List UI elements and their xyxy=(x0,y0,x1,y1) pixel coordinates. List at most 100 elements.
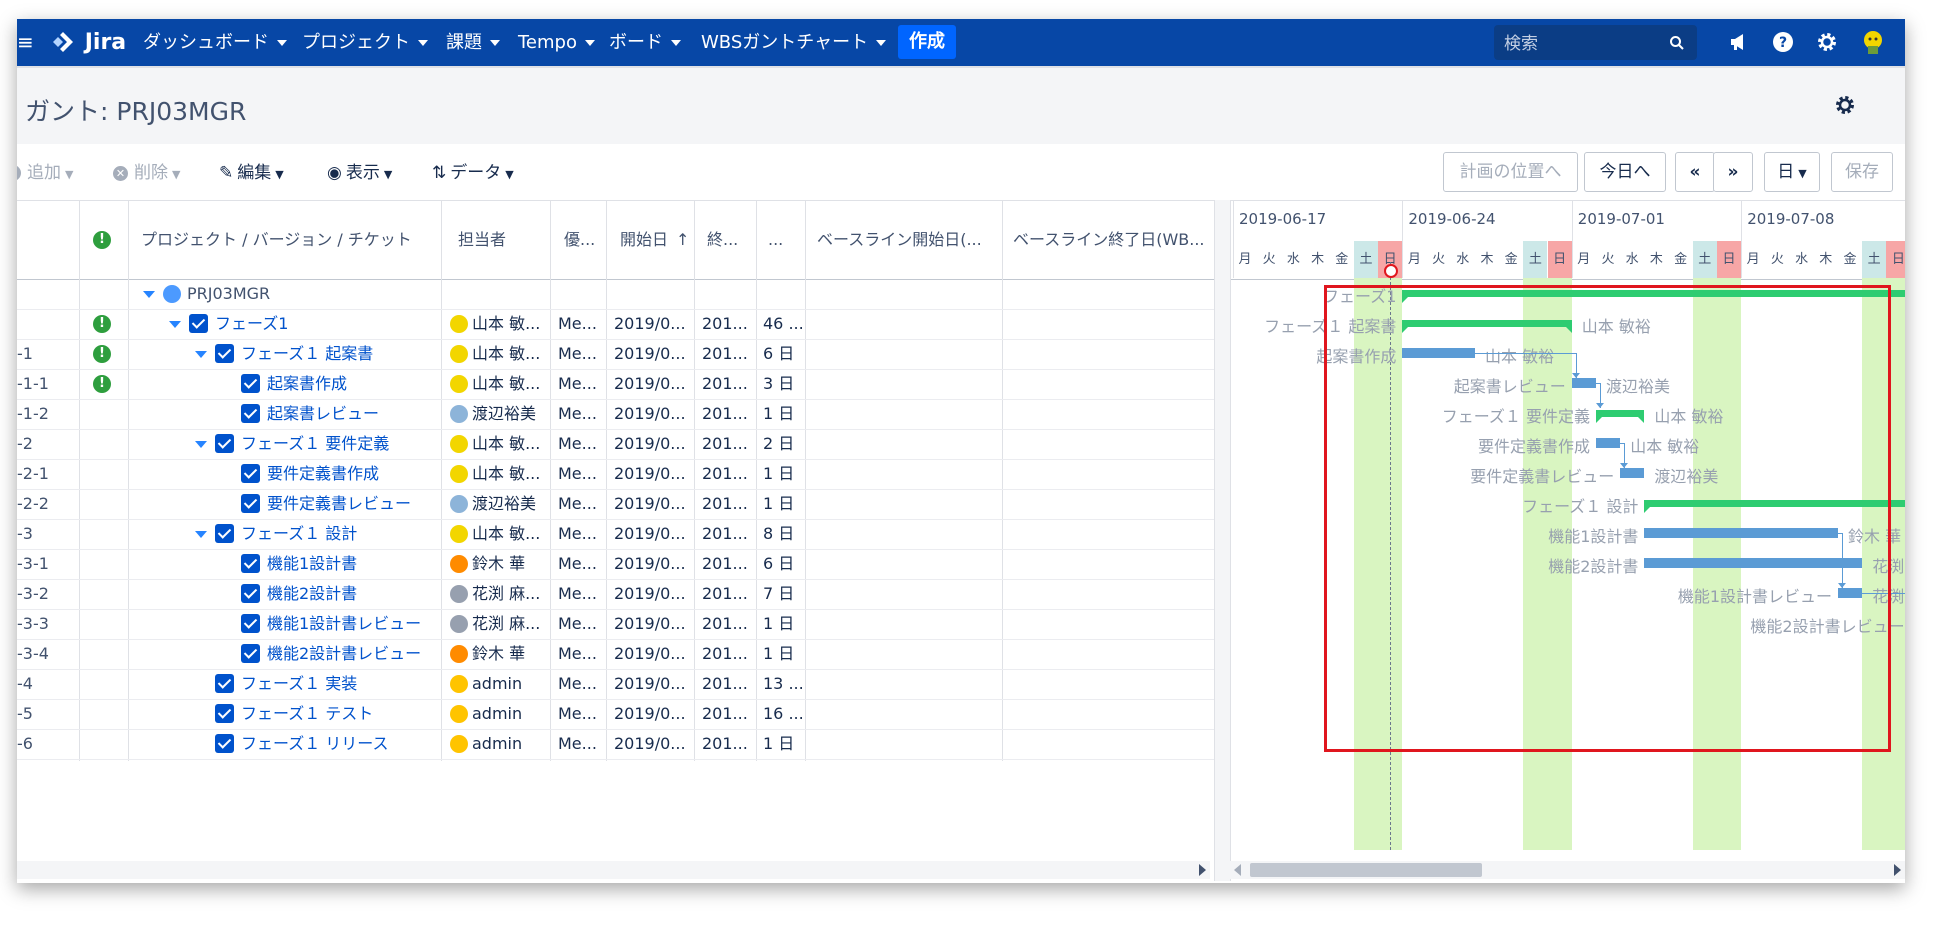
task-checkbox[interactable] xyxy=(215,704,234,723)
search-icon[interactable] xyxy=(1669,35,1685,51)
column-start[interactable]: 開始日 ↑ xyxy=(620,201,689,279)
pane-splitter[interactable] xyxy=(1214,200,1231,881)
save-button[interactable]: 保存 xyxy=(1831,152,1893,192)
task-name-link[interactable]: フェーズ１ 設計 xyxy=(241,519,357,549)
task-checkbox[interactable] xyxy=(215,734,234,753)
jira-logo[interactable]: Jira xyxy=(51,19,126,66)
task-checkbox[interactable] xyxy=(189,314,208,333)
task-row[interactable]: -1-2 起案書レビュー 渡辺裕美 Me... 2019/0... 201... 1 日 xyxy=(17,399,1215,430)
column-baseline-end[interactable]: ベースライン終了日(WB... xyxy=(1013,201,1208,279)
today-button[interactable]: 今日へ xyxy=(1584,152,1666,192)
view-button[interactable]: ◉ 表示 ▼ xyxy=(327,158,392,183)
task-row[interactable]: -3-3 機能1設計書レビュー 花渕 麻... Me... 2019/0... 201..… xyxy=(17,609,1215,640)
task-checkbox[interactable] xyxy=(215,674,234,693)
task-checkbox[interactable] xyxy=(241,494,260,513)
task-checkbox[interactable] xyxy=(241,584,260,603)
task-checkbox[interactable] xyxy=(241,464,260,483)
assignee-avatar xyxy=(450,525,468,543)
task-name-link[interactable]: 要件定義書作成 xyxy=(267,459,379,489)
search-input[interactable] xyxy=(1502,25,1666,62)
task-name-link[interactable]: フェーズ１ テスト xyxy=(241,699,373,729)
delete-button[interactable]: ✕ 削除 ▼ xyxy=(113,158,180,183)
task-row[interactable]: -2 フェーズ１ 要件定義 山本 敏... Me... 2019/0... 201... 2… xyxy=(17,429,1215,460)
data-button[interactable]: ⇅ データ ▼ xyxy=(432,158,514,183)
task-row[interactable]: -1! フェーズ１ 起案書 山本 敏... Me... 2019/0... 201... 6… xyxy=(17,339,1215,370)
collapse-toggle-icon[interactable] xyxy=(169,321,181,328)
scroll-left-icon[interactable] xyxy=(1234,864,1241,876)
task-checkbox[interactable] xyxy=(215,344,234,363)
task-row[interactable]: -6 フェーズ１ リリース admin Me... 2019/0... 201... 1 日 xyxy=(17,729,1215,760)
task-row[interactable]: -4 フェーズ１ 実装 admin Me... 2019/0... 201... 13 ..… xyxy=(17,669,1215,700)
task-checkbox[interactable] xyxy=(215,434,234,453)
collapse-toggle-icon[interactable] xyxy=(195,531,207,538)
task-checkbox[interactable] xyxy=(241,614,260,633)
task-name-link[interactable]: 起案書レビュー xyxy=(267,399,379,429)
previous-button[interactable]: « xyxy=(1675,152,1715,192)
task-row[interactable]: ! フェーズ1 山本 敏... Me... 2019/0... 201... 46 ... xyxy=(17,309,1215,340)
gantt-horizontal-scrollbar[interactable] xyxy=(1230,861,1905,879)
grid-horizontal-scrollbar[interactable] xyxy=(17,861,1210,879)
task-checkbox[interactable] xyxy=(215,524,234,543)
column-duration[interactable]: ... xyxy=(768,201,783,279)
chevron-down-icon xyxy=(418,40,428,46)
task-name-link[interactable]: フェーズ１ 実装 xyxy=(241,669,357,699)
column-project[interactable]: プロジェクト / バージョン / チケット xyxy=(141,201,412,279)
gear-icon[interactable] xyxy=(1834,94,1856,116)
add-button[interactable]: 追加 ▼ xyxy=(17,158,73,183)
task-name-link[interactable]: フェーズ１ 起案書 xyxy=(241,339,373,369)
collapse-toggle-icon[interactable] xyxy=(195,441,207,448)
create-button[interactable]: 作成 xyxy=(898,25,956,59)
task-name-link[interactable]: フェーズ１ 要件定義 xyxy=(241,429,389,459)
task-checkbox[interactable] xyxy=(241,374,260,393)
task-row[interactable]: PRJ03MGR xyxy=(17,279,1215,310)
nav-tempo[interactable]: Tempo xyxy=(518,19,595,66)
plan-position-button[interactable]: 計画の位置へ xyxy=(1443,152,1578,192)
task-row[interactable]: -1-1! 起案書作成 山本 敏... Me... 2019/0... 201... 3 日 xyxy=(17,369,1215,400)
scale-select[interactable]: 日 ▼ xyxy=(1764,152,1820,192)
task-name-link[interactable]: 機能1設計書 xyxy=(267,549,357,579)
edit-button[interactable]: ✎ 編集 ▼ xyxy=(219,158,284,183)
task-row[interactable]: -2-1 要件定義書作成 山本 敏... Me... 2019/0... 201... 1 … xyxy=(17,459,1215,490)
nav-dashboard[interactable]: ダッシュボード xyxy=(143,19,287,66)
help-icon[interactable]: ? xyxy=(1772,31,1794,53)
assignee-name: admin xyxy=(472,704,523,723)
nav-issues[interactable]: 課題 xyxy=(446,19,500,66)
scroll-right-icon[interactable] xyxy=(1199,864,1206,876)
task-name-link[interactable]: 起案書作成 xyxy=(267,369,347,399)
task-name-link[interactable]: フェーズ1 xyxy=(215,309,288,339)
task-name-link[interactable]: 機能2設計書 xyxy=(267,579,357,609)
menu-icon[interactable]: ≡ xyxy=(17,19,34,66)
task-row[interactable]: -5 フェーズ１ テスト admin Me... 2019/0... 201... 16 .… xyxy=(17,699,1215,730)
task-name-link[interactable]: 機能2設計書レビュー xyxy=(267,639,421,669)
scroll-right-icon[interactable] xyxy=(1894,864,1901,876)
column-baseline-start[interactable]: ベースライン開始日(... xyxy=(817,201,1007,279)
collapse-toggle-icon[interactable] xyxy=(195,351,207,358)
task-checkbox[interactable] xyxy=(241,404,260,423)
task-row[interactable]: -3-1 機能1設計書 鈴木 華 Me... 2019/0... 201... 6 日 xyxy=(17,549,1215,580)
task-name-link[interactable]: 機能1設計書レビュー xyxy=(267,609,421,639)
task-checkbox[interactable] xyxy=(241,644,260,663)
day-label: 土 xyxy=(1862,241,1887,278)
collapse-toggle-icon[interactable] xyxy=(143,291,155,298)
task-name-link[interactable]: フェーズ１ リリース xyxy=(241,729,389,759)
task-row[interactable]: -3-4 機能2設計書レビュー 鈴木 華 Me... 2019/0... 201... 1 … xyxy=(17,639,1215,670)
column-end[interactable]: 終... xyxy=(707,201,738,279)
duration-value: 16 ... xyxy=(763,704,804,723)
task-name-link[interactable]: 要件定義書レビュー xyxy=(267,489,411,519)
next-button[interactable]: » xyxy=(1713,152,1753,192)
column-priority[interactable]: 優... xyxy=(564,201,595,279)
task-row[interactable]: -3-2 機能2設計書 花渕 麻... Me... 2019/0... 201... 7 日 xyxy=(17,579,1215,610)
megaphone-icon[interactable] xyxy=(1728,31,1750,53)
project-name[interactable]: PRJ03MGR xyxy=(187,279,270,309)
nav-boards[interactable]: ボード xyxy=(609,19,681,66)
task-row[interactable]: -2-2 要件定義書レビュー 渡辺裕美 Me... 2019/0... 201... 1 日 xyxy=(17,489,1215,520)
column-assignee[interactable]: 担当者 xyxy=(458,201,506,279)
scrollbar-thumb[interactable] xyxy=(1250,863,1482,877)
task-row[interactable]: -3 フェーズ１ 設計 山本 敏... Me... 2019/0... 201... 8 日 xyxy=(17,519,1215,550)
gear-icon[interactable] xyxy=(1816,31,1838,53)
task-checkbox[interactable] xyxy=(241,554,260,573)
nav-projects[interactable]: プロジェクト xyxy=(302,19,428,66)
user-avatar[interactable] xyxy=(1859,28,1887,56)
nav-wbs-gantt[interactable]: WBSガントチャート xyxy=(701,19,887,66)
assignee-name: 山本 敏... xyxy=(472,344,541,363)
